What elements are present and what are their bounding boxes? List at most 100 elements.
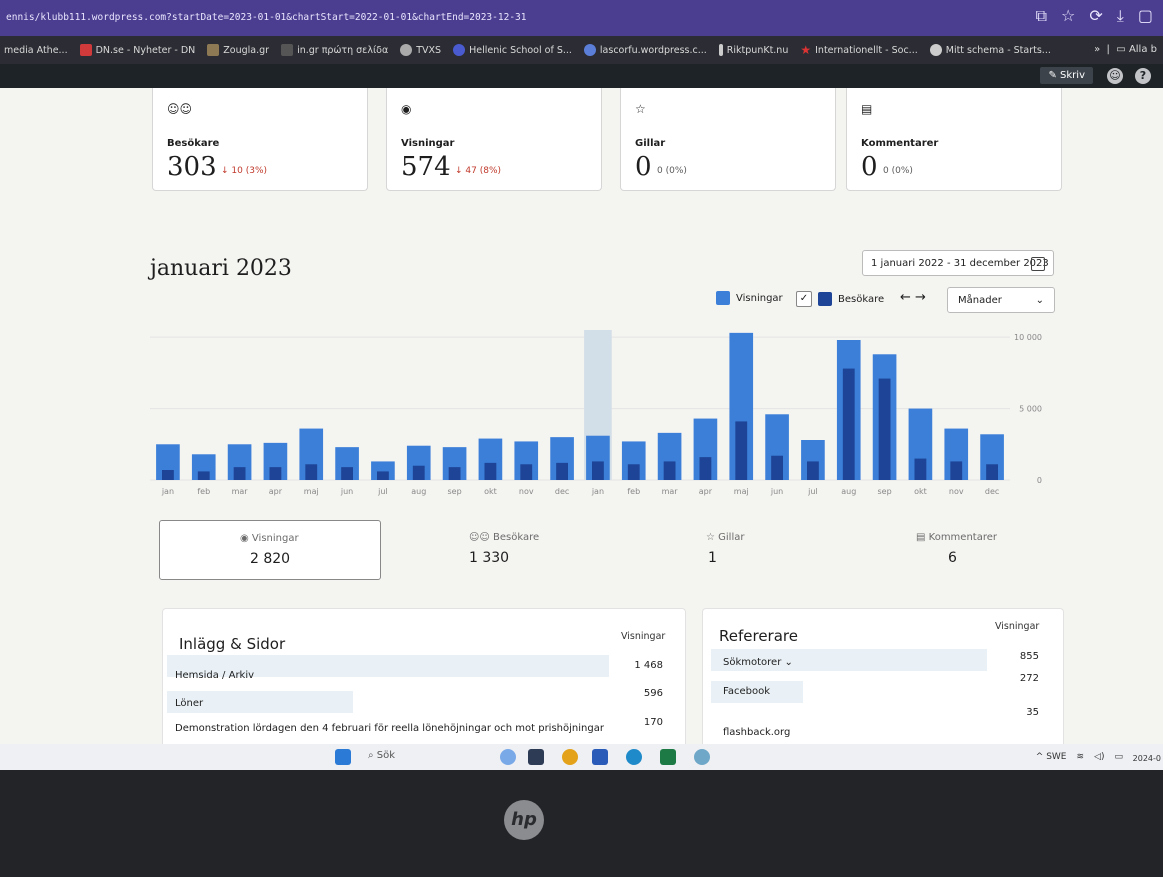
post-row-title[interactable]: Löner <box>175 698 203 709</box>
riktpunkt-icon <box>718 44 723 56</box>
excel-icon[interactable] <box>660 749 676 765</box>
chrome-icon[interactable] <box>562 749 578 765</box>
referrer-row-title[interactable]: flashback.org <box>723 727 790 738</box>
pencil-icon: ✎ <box>1048 70 1057 81</box>
total-value: 1 330 <box>469 550 510 566</box>
column-header: Visningar <box>995 621 1040 632</box>
stat-label: Besökare <box>167 138 220 149</box>
legend-views[interactable]: Visningar <box>716 291 783 305</box>
laptop-bezel <box>0 770 1163 877</box>
app-icon[interactable] <box>694 749 710 765</box>
bookmark-star-icon[interactable]: ☆ <box>1061 6 1075 26</box>
post-row-title[interactable]: Demonstration lördagen den 4 februari fö… <box>175 723 604 734</box>
x-tick-label: sep <box>877 487 891 496</box>
views-swatch <box>716 291 730 305</box>
stat-card-comments[interactable]: ▤ Kommentarer 0 0 (0%) <box>846 88 1062 191</box>
referrer-row-title[interactable]: Sökmotorer ⌄ <box>723 657 793 668</box>
bookmark[interactable]: TVXS <box>400 44 441 56</box>
bookmarks-overflow[interactable]: » | ▭ Alla b <box>1094 44 1157 55</box>
bookmark[interactable]: ★ Internationellt - Soc... <box>800 43 917 57</box>
bar-visitors <box>162 470 174 480</box>
x-tick-label: okt <box>484 487 497 496</box>
bing-icon[interactable] <box>500 749 516 765</box>
bar-visitors <box>627 464 640 480</box>
total-views[interactable]: ◉ Visningar 2 820 <box>159 520 381 580</box>
x-tick-label: feb <box>197 487 210 496</box>
extensions-icon[interactable]: ⟳ <box>1089 6 1102 26</box>
stat-card-views[interactable]: ◉ Visningar 574 ↓ 47 (8%) <box>386 88 602 191</box>
bookmark[interactable]: RiktpunKt.nu <box>718 44 788 56</box>
stat-change: ↓ 47 (8%) <box>455 166 502 176</box>
bar-visitors <box>484 462 497 480</box>
bookmark[interactable]: media Athe... <box>4 45 68 56</box>
bookmark[interactable]: lascorfu.wordpress.c... <box>583 44 707 56</box>
download-icon[interactable]: ⤓ <box>1117 6 1124 26</box>
bookmark[interactable]: in.gr πρώτη σελίδα <box>281 44 388 56</box>
total-value: 1 <box>708 550 717 566</box>
bar-visitors <box>663 461 676 480</box>
system-tray[interactable]: ^ SWE ≋ ◁) ▭ <box>1036 752 1123 762</box>
stat-value: 0 <box>861 152 878 182</box>
x-tick-label: jul <box>807 487 818 496</box>
taskbar-search[interactable]: ⌕ Sök <box>368 750 395 761</box>
browser-url-bar[interactable]: ennis/klubb111.wordpress.com?startDate=2… <box>0 0 1163 36</box>
url-text[interactable]: ennis/klubb111.wordpress.com?startDate=2… <box>6 12 526 23</box>
stat-card-visitors[interactable]: ☺☺ Besökare 303 ↓ 10 (3%) <box>152 88 368 191</box>
bar-visitors <box>341 467 353 480</box>
date-range-picker[interactable]: 1 januari 2022 - 31 december 2023 <box>862 250 1054 276</box>
bookmark[interactable]: DN.se - Nyheter - DN <box>79 44 195 56</box>
stat-card-likes[interactable]: ☆ Gillar 0 0 (0%) <box>620 88 836 191</box>
os-taskbar: ⌕ Sök ^ SWE ≋ ◁) ▭ 2024-0 <box>0 744 1163 770</box>
help-icon[interactable]: ? <box>1135 68 1151 84</box>
bar-visitors <box>842 368 855 480</box>
post-row-views: 1 468 <box>634 660 663 671</box>
star-icon: ☆ <box>635 102 646 116</box>
search-icon: ⌕ <box>368 750 374 761</box>
stat-label: Gillar <box>635 138 666 149</box>
x-tick-label: dec <box>555 487 569 496</box>
total-likes[interactable]: ☆ Gillar 1 <box>630 520 850 578</box>
total-comments[interactable]: ▤ Kommentarer 6 <box>860 520 1080 578</box>
avatar-icon[interactable]: ☺ <box>1107 68 1123 84</box>
windows-start-icon[interactable] <box>335 749 351 765</box>
comment-icon: ▤ <box>916 532 926 543</box>
hp-logo: hp <box>504 800 544 840</box>
bar-chart: 10 000 5 000 0 jan feb mar apr maj jun jul aug sep o… <box>150 330 1042 496</box>
period-select[interactable]: Månader ⌄ <box>947 287 1055 313</box>
x-tick-label: mar <box>232 487 249 496</box>
x-tick-label: nov <box>949 487 964 496</box>
x-tick-label: jan <box>591 487 604 496</box>
edge-icon[interactable] <box>626 749 642 765</box>
write-button[interactable]: ✎ Skriv <box>1040 67 1093 84</box>
legend-visitors[interactable]: ✓ Besökare <box>796 291 884 307</box>
bookmark[interactable]: Zougla.gr <box>207 44 269 56</box>
chart-nav-arrows[interactable]: ← → <box>900 290 926 305</box>
visitors-checkbox[interactable]: ✓ <box>796 291 812 307</box>
x-tick-label: okt <box>914 487 927 496</box>
post-row-title[interactable]: Hemsida / Arkiv <box>175 670 254 681</box>
zougla-icon <box>207 44 220 56</box>
total-label: ◉ Visningar <box>240 533 299 544</box>
referrer-row-title[interactable]: Facebook <box>723 686 770 697</box>
bookmark[interactable]: Hellenic School of S... <box>453 44 572 56</box>
x-tick-label: jun <box>340 487 353 496</box>
chevron-down-icon: ⌄ <box>1035 295 1044 306</box>
word-icon[interactable] <box>592 749 608 765</box>
total-visitors[interactable]: ☺☺ Besökare 1 330 <box>395 520 615 578</box>
bar-visitors <box>950 461 963 480</box>
x-tick-label: jul <box>377 487 388 496</box>
post-row-views: 170 <box>643 717 663 728</box>
wordpress-icon <box>583 44 596 56</box>
window-icon[interactable]: ▢ <box>1138 6 1153 26</box>
y-tick-label: 0 <box>1037 476 1042 485</box>
x-tick-label: aug <box>841 487 856 496</box>
bar-visitors <box>556 462 568 480</box>
x-tick-label: aug <box>411 487 426 496</box>
total-value: 6 <box>948 550 957 566</box>
bar-visitors <box>269 467 282 480</box>
file-explorer-icon[interactable] <box>528 749 544 765</box>
eye-icon: ◉ <box>401 102 412 116</box>
bookmark[interactable]: Mitt schema - Starts... <box>929 44 1051 56</box>
share-icon[interactable]: ⧉ <box>1036 6 1047 26</box>
eye-icon: ◉ <box>240 533 249 544</box>
